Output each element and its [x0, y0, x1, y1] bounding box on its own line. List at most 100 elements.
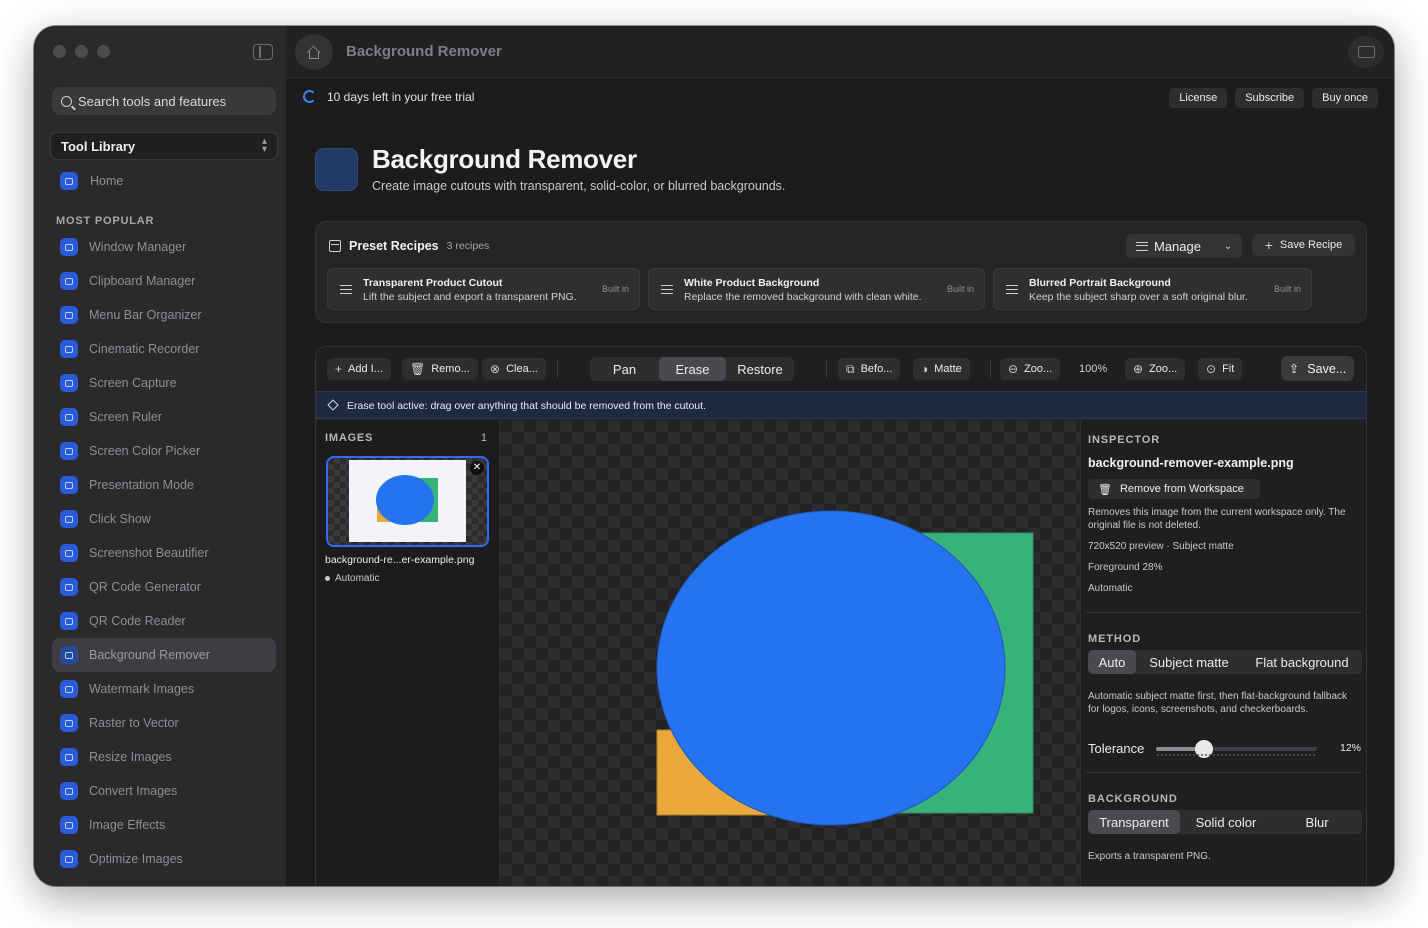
- method-segmented[interactable]: Auto Subject matte Flat background: [1088, 650, 1362, 674]
- home-button[interactable]: [295, 34, 333, 70]
- sidebar-item-home[interactable]: Home: [52, 166, 276, 196]
- remove-from-workspace-button[interactable]: 🗑 Remove from Workspace: [1088, 479, 1260, 499]
- license-button[interactable]: License: [1169, 88, 1228, 108]
- manage-recipes-dropdown[interactable]: Manage ⌄: [1126, 234, 1242, 258]
- editing-canvas[interactable]: [500, 420, 1080, 886]
- zoom-window-button[interactable]: [97, 45, 110, 58]
- sidebar-item[interactable]: Resize Images: [52, 740, 276, 774]
- sidebar-item-label: Resize Images: [89, 750, 172, 764]
- image-file-name: background-re...er-example.png: [325, 554, 475, 566]
- sidebar-item[interactable]: Screenshot Beautifier: [52, 536, 276, 570]
- sidebar-item-label: Background Remover: [89, 648, 210, 662]
- recipes-count: 3 recipes: [446, 240, 490, 252]
- close-icon[interactable]: ✕: [470, 461, 484, 475]
- images-header: IMAGES: [325, 432, 374, 444]
- recipe-card[interactable]: Blurred Portrait Background Keep the sub…: [993, 268, 1312, 310]
- sidebar-item-label: Screenshot Beautifier: [89, 546, 209, 560]
- sidebar-item-label: Presentation Mode: [89, 478, 194, 492]
- screen-share-button[interactable]: [1348, 36, 1384, 68]
- save-button[interactable]: ⇪ Save...: [1281, 356, 1354, 381]
- window-icon: [60, 238, 78, 256]
- sidebar-item[interactable]: Cinematic Recorder: [52, 332, 276, 366]
- sidebar-item[interactable]: Screen Ruler: [52, 400, 276, 434]
- sidebar-item[interactable]: Background Remover: [52, 638, 276, 672]
- minimize-window-button[interactable]: [75, 45, 88, 58]
- zoom-in-button[interactable]: ⊕ Zoo...: [1125, 358, 1186, 380]
- method-flat-background-button[interactable]: Flat background: [1242, 650, 1362, 674]
- search-placeholder: Search tools and features: [78, 93, 227, 109]
- background-segmented[interactable]: Transparent Solid color Blur: [1088, 810, 1362, 834]
- mode-restore-button[interactable]: Restore: [726, 357, 794, 381]
- background-solid-color-button[interactable]: Solid color: [1180, 810, 1272, 834]
- sidebar-item-label: Screen Capture: [89, 376, 177, 390]
- fit-button[interactable]: ⊙ Fit: [1198, 358, 1243, 380]
- trash-icon: 🗑: [410, 362, 426, 376]
- matte-button[interactable]: ◑ Matte: [913, 358, 970, 380]
- before-after-button[interactable]: ⧉ Befo...: [838, 358, 901, 380]
- zoom-out-icon: ⊖: [1008, 362, 1019, 376]
- page-title: Background Remover: [372, 144, 637, 174]
- tool-mode-segmented[interactable]: Pan Erase Restore: [590, 357, 794, 381]
- window-controls[interactable]: [53, 45, 110, 58]
- close-window-button[interactable]: [53, 45, 66, 58]
- mode-pan-button[interactable]: Pan: [590, 357, 659, 381]
- sidebar-item-label: Image Effects: [89, 818, 166, 832]
- sidebar-item[interactable]: QR Code Reader: [52, 604, 276, 638]
- tolerance-slider[interactable]: [1156, 740, 1317, 758]
- remove-image-button[interactable]: 🗑 Remo...: [402, 358, 478, 380]
- sidebar-item[interactable]: Screen Capture: [52, 366, 276, 400]
- zoom-out-label: Zoo...: [1024, 363, 1053, 375]
- capture-icon: [60, 374, 78, 392]
- method-auto-button[interactable]: Auto: [1088, 650, 1136, 674]
- convert-icon: [60, 782, 78, 800]
- images-count: 1: [480, 432, 487, 444]
- save-recipe-button[interactable]: + Save Recipe: [1252, 234, 1355, 256]
- recipe-sliders-icon: [1006, 285, 1018, 294]
- buy-once-button[interactable]: Buy once: [1312, 88, 1378, 108]
- timer-icon: [303, 90, 316, 103]
- sidebar-item-label: QR Code Reader: [89, 614, 186, 628]
- search-input[interactable]: Search tools and features: [52, 87, 276, 115]
- divider: [826, 360, 827, 378]
- plus-icon: +: [1264, 237, 1273, 253]
- method-subject-matte-button[interactable]: Subject matte: [1136, 650, 1242, 674]
- sidebar-item[interactable]: Presentation Mode: [52, 468, 276, 502]
- page-subtitle: Create image cutouts with transparent, s…: [372, 179, 786, 193]
- sidebar-item[interactable]: Clipboard Manager: [52, 264, 276, 298]
- recipe-card[interactable]: Transparent Product Cutout Lift the subj…: [327, 268, 640, 310]
- clear-button[interactable]: ⊗ Clea...: [482, 358, 546, 380]
- sidebar-item[interactable]: Screen Color Picker: [52, 434, 276, 468]
- sidebar-item[interactable]: Menu Bar Organizer: [52, 298, 276, 332]
- sidebar-toggle-icon[interactable]: [253, 44, 273, 60]
- sliders-icon: [1136, 241, 1148, 251]
- image-thumbnail[interactable]: ✕: [326, 456, 489, 547]
- image-mode-label: Automatic: [335, 573, 380, 584]
- mode-erase-button[interactable]: Erase: [659, 357, 726, 381]
- recipe-card[interactable]: White Product Background Replace the rem…: [648, 268, 985, 310]
- tolerance-label: Tolerance: [1088, 741, 1145, 756]
- sidebar-item-label: Optimize Images: [89, 852, 183, 866]
- eraser-icon: [327, 399, 339, 411]
- tool-library-label: Tool Library: [61, 138, 136, 154]
- subscribe-button[interactable]: Subscribe: [1235, 88, 1305, 108]
- chevron-updown-icon: ▴ ▾: [261, 136, 267, 155]
- house-icon: [306, 45, 322, 60]
- export-icon: ⇪: [1288, 362, 1300, 376]
- add-images-button[interactable]: + Add I...: [327, 358, 391, 380]
- sidebar-item[interactable]: Convert Images: [52, 774, 276, 808]
- sidebar-item[interactable]: Watermark Images: [52, 672, 276, 706]
- foreground-info: Foreground 28%: [1088, 562, 1163, 573]
- tool-hint-text: Erase tool active: drag over anything th…: [347, 400, 706, 412]
- sidebar-item[interactable]: Raster to Vector: [52, 706, 276, 740]
- sidebar-item[interactable]: QR Code Generator: [52, 570, 276, 604]
- tool-library-select[interactable]: Tool Library ▴ ▾: [50, 132, 278, 160]
- sidebar-item[interactable]: Image Effects: [52, 808, 276, 842]
- zoom-out-button[interactable]: ⊖ Zoo...: [1000, 358, 1061, 380]
- background-transparent-button[interactable]: Transparent: [1088, 810, 1180, 834]
- sidebar-item[interactable]: Click Show: [52, 502, 276, 536]
- sidebar-item[interactable]: Window Manager: [52, 230, 276, 264]
- clear-label: Clea...: [506, 363, 538, 375]
- background-blur-button[interactable]: Blur: [1272, 810, 1362, 834]
- inspector-panel: INSPECTOR background-remover-example.png…: [1080, 420, 1366, 886]
- sidebar-item[interactable]: Optimize Images: [52, 842, 276, 876]
